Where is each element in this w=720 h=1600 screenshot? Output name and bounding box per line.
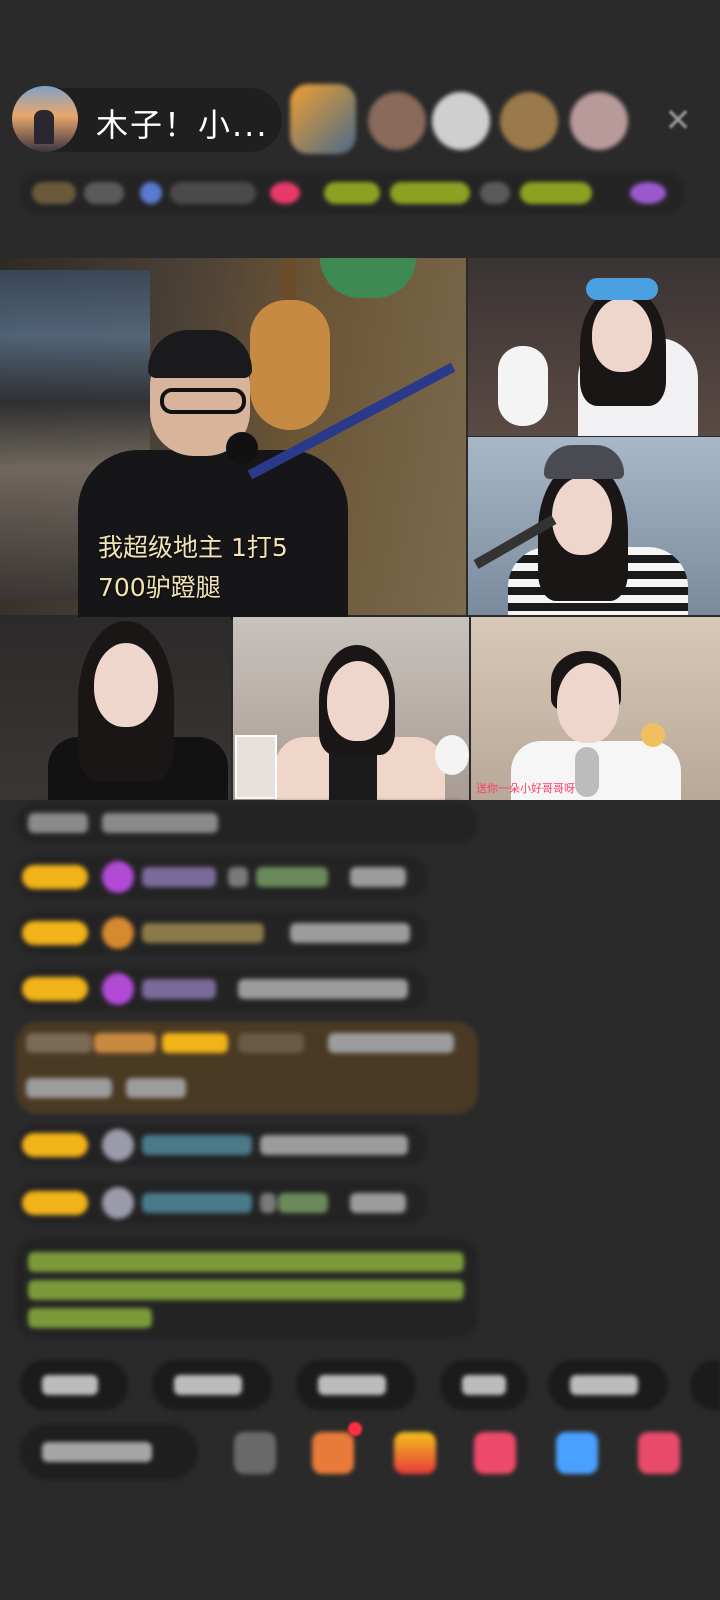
viewer-avatar-2[interactable] bbox=[368, 92, 426, 150]
viewer-avatar-1[interactable] bbox=[290, 84, 356, 154]
quick-reply-4[interactable] bbox=[440, 1360, 528, 1410]
guard-join-banner bbox=[16, 1022, 478, 1114]
system-notice bbox=[16, 1238, 478, 1338]
guest-video-3[interactable] bbox=[0, 617, 231, 800]
host-glasses bbox=[160, 388, 246, 414]
viewer-avatar-3[interactable] bbox=[432, 92, 490, 150]
chat-message bbox=[16, 912, 428, 954]
gift-box-icon[interactable] bbox=[312, 1432, 354, 1474]
guest-video-4[interactable] bbox=[233, 617, 469, 800]
quick-reply-3[interactable] bbox=[296, 1360, 416, 1410]
quick-reply-6[interactable] bbox=[690, 1360, 720, 1410]
quick-reply-1[interactable] bbox=[20, 1360, 128, 1410]
chat-message bbox=[16, 968, 428, 1010]
share-icon[interactable] bbox=[556, 1432, 598, 1474]
treasure-icon[interactable] bbox=[394, 1432, 436, 1474]
guest-video-2[interactable] bbox=[468, 437, 720, 615]
more-icon[interactable] bbox=[638, 1432, 680, 1474]
quick-reply-5[interactable] bbox=[548, 1360, 668, 1410]
chat-message bbox=[16, 1182, 428, 1224]
guitar bbox=[250, 300, 330, 430]
host-avatar[interactable] bbox=[12, 86, 78, 152]
game-icon[interactable] bbox=[474, 1432, 516, 1474]
microphone bbox=[226, 432, 258, 464]
viewer-avatar-5[interactable] bbox=[570, 92, 628, 150]
notification-dot bbox=[348, 1422, 362, 1436]
chat-input[interactable] bbox=[20, 1424, 198, 1480]
viewer-avatar-4[interactable] bbox=[500, 92, 558, 150]
chat-message bbox=[16, 802, 478, 844]
quick-reply-2[interactable] bbox=[152, 1360, 272, 1410]
stream-overlay-text: 我超级地主 1打5 700驴蹬腿 bbox=[98, 533, 288, 602]
close-icon[interactable]: ✕ bbox=[660, 102, 696, 138]
emoji-icon[interactable] bbox=[234, 1432, 276, 1474]
room-info-bar[interactable] bbox=[20, 172, 685, 214]
guest-video-1[interactable] bbox=[468, 258, 720, 436]
guest-video-5[interactable] bbox=[471, 617, 720, 800]
chat-message bbox=[16, 856, 428, 898]
host-name[interactable]: 木子！小... bbox=[96, 100, 269, 146]
chat-message bbox=[16, 1124, 428, 1166]
guest-tile-caption: 送你一朵小好哥哥呀 bbox=[476, 782, 575, 795]
